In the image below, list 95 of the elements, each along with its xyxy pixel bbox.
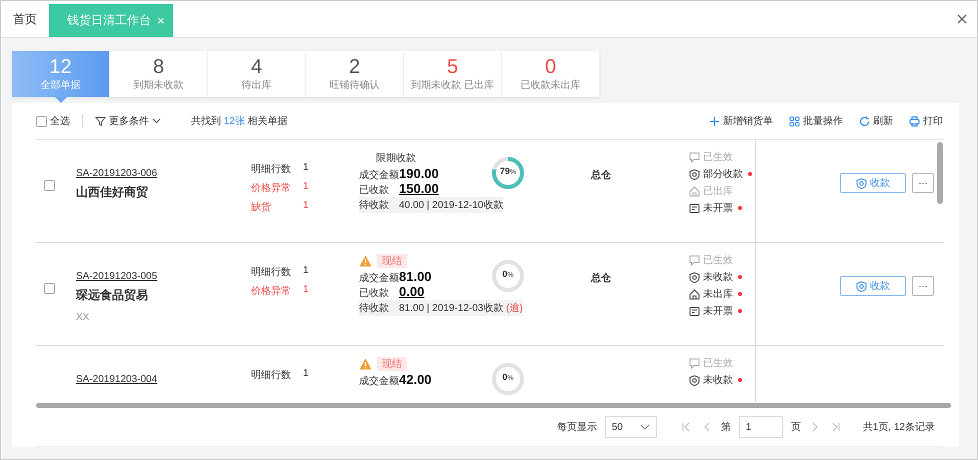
close-icon[interactable] [957, 14, 967, 24]
warehouse-name: 总仓 [591, 273, 611, 284]
receive-payment-button[interactable]: 收款 [840, 276, 906, 296]
toolbar-button[interactable]: 批量操作 [789, 114, 843, 128]
printer-icon [909, 116, 920, 126]
toolbar-button[interactable]: 打印 [909, 114, 943, 128]
house-icon [689, 288, 700, 300]
payment-term: 限期收款 [376, 152, 416, 165]
status-item: 已生效 [689, 253, 755, 267]
shield-icon [689, 374, 700, 386]
progress-ring [491, 362, 525, 396]
chevron-down-icon [640, 424, 650, 430]
more-button[interactable]: ··· [912, 276, 934, 296]
detail-item: 缺货 1 [251, 200, 310, 214]
warehouse-name: 总仓 [591, 170, 611, 181]
toolbar-button[interactable]: 刷新 [859, 114, 893, 128]
status-item: 已生效 [689, 356, 755, 370]
shield-icon [689, 168, 700, 180]
received-label: 已收款 [359, 184, 390, 197]
status-item: 部分收款 [689, 167, 755, 181]
filter-dropdown[interactable]: 更多条件 [95, 114, 161, 128]
stat-tab[interactable]: 2 旺铺待确认 [306, 51, 404, 97]
warning-icon [359, 255, 372, 267]
row-checkbox[interactable] [44, 282, 55, 294]
house-icon [689, 186, 700, 196]
page-suffix: 页 [790, 421, 801, 434]
plus-icon [709, 116, 720, 126]
customer-name: 山西佳好商贸 [76, 184, 149, 201]
amount-label: 成交金额 [359, 272, 399, 285]
amount-value: 190.00 [399, 166, 439, 181]
amount-label: 成交金额 [359, 374, 399, 388]
tab[interactable]: 首页 [1, 1, 49, 37]
stat-tab[interactable]: 4 待出库 [208, 51, 306, 97]
shield-icon [856, 178, 867, 188]
horizontal-scrollbar[interactable] [36, 403, 951, 408]
status-item: 未开票 [689, 304, 755, 318]
detail-item: 明细行数 1 [251, 265, 310, 279]
receipt-icon [689, 306, 700, 316]
page-input[interactable]: 1 [738, 416, 783, 438]
last-page-icon[interactable] [830, 422, 841, 432]
pending-info: 待收款 40.00 | 2019-12-10收款 [359, 197, 504, 213]
status-item: 已生效 [689, 150, 755, 164]
chevron-down-icon [152, 118, 161, 124]
detail-item: 价格异常 1 [251, 284, 310, 298]
refresh-icon [859, 116, 870, 126]
speech-bubble-icon [689, 254, 700, 266]
select-all-checkbox[interactable]: 全选 [36, 114, 70, 128]
receive-payment-button[interactable]: 收款 [840, 173, 906, 193]
progress-ring [491, 156, 525, 190]
status-item: 未出库 [689, 287, 755, 301]
page-size-select[interactable]: 50 [604, 416, 657, 438]
customer-name: 琛远食品贸易 [76, 287, 149, 304]
shield-icon [689, 272, 700, 282]
page-summary: 共1页, 12条记录 [862, 420, 935, 434]
order-link[interactable]: SA-20191203-006 [76, 168, 158, 179]
scrollbar-thumb[interactable] [937, 142, 943, 204]
grid-icon [789, 116, 800, 126]
received-value: 150.00 [399, 181, 439, 196]
amount-label: 成交金额 [359, 168, 399, 182]
row-checkbox[interactable] [44, 180, 55, 190]
page-size-label: 每页显示 [556, 421, 597, 434]
status-item: 未收款 [689, 373, 755, 387]
shield-icon [856, 280, 867, 292]
status-item: 未开票 [689, 201, 755, 215]
page-prefix: 第 [720, 421, 731, 434]
previous-page-icon[interactable] [702, 422, 711, 432]
status-item: 未收款 [689, 270, 755, 284]
stat-tab[interactable]: 0 已收款未出库 [502, 51, 600, 97]
warning-icon [359, 358, 372, 370]
amount-value: 81.00 [399, 269, 432, 284]
speech-bubble-icon [689, 358, 700, 368]
amount-value: 42.00 [399, 372, 432, 387]
speech-bubble-icon [689, 152, 700, 162]
more-button[interactable]: ··· [912, 173, 934, 193]
order-link[interactable]: SA-20191203-004 [76, 374, 158, 385]
stat-tab[interactable]: 5 到期未收款 已出库 [404, 51, 502, 97]
customer-note: XX [76, 312, 90, 323]
pending-info: 待收款 81.00 | 2019-12-03收款 (逾) [359, 300, 523, 316]
result-count: 共找到 12张 相关单据 [191, 114, 288, 128]
toolbar-button[interactable]: 新增销货单 [709, 114, 773, 128]
detail-item: 明细行数 1 [251, 368, 310, 382]
received-value: 0.00 [399, 284, 424, 299]
payment-tag: 现结 [377, 357, 407, 371]
received-label: 已收款 [359, 287, 390, 300]
filter-icon [95, 116, 106, 126]
detail-item: 明细行数 1 [251, 162, 310, 176]
status-item: 已出库 [689, 184, 755, 198]
receipt-icon [689, 202, 700, 214]
payment-tag: 现结 [377, 254, 407, 268]
progress-ring [491, 259, 525, 293]
stat-tab[interactable]: 8 到期未收款 [110, 51, 208, 97]
next-page-icon[interactable] [810, 422, 819, 432]
detail-item: 价格异常 1 [251, 181, 310, 195]
first-page-icon[interactable] [680, 422, 691, 432]
order-link[interactable]: SA-20191203-005 [76, 271, 158, 282]
